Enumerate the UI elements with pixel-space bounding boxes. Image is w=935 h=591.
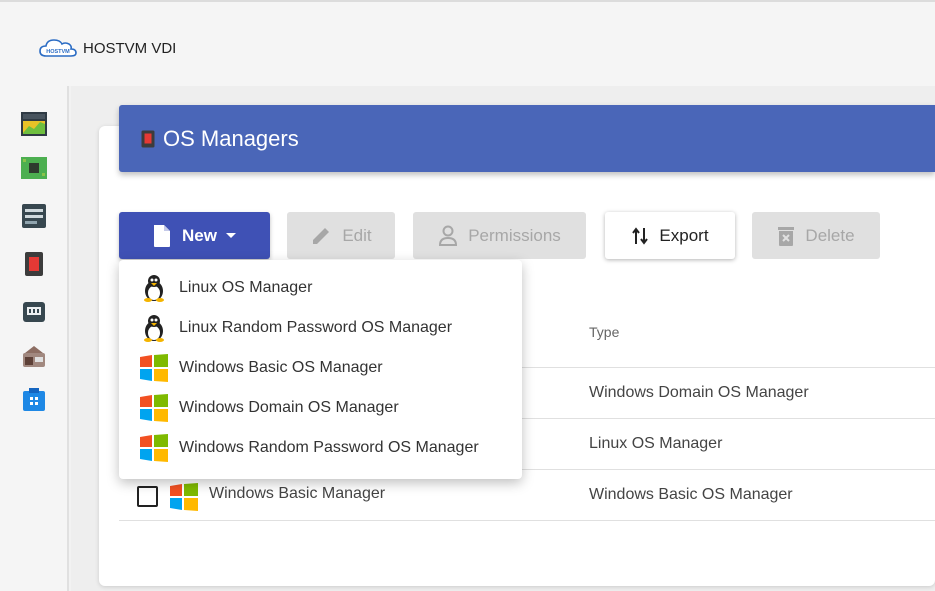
linux-icon bbox=[144, 315, 164, 342]
app-title: HOSTVM VDI bbox=[83, 39, 177, 57]
menu-item-label: Windows Random Password OS Manager bbox=[179, 439, 479, 456]
sidebar bbox=[0, 86, 69, 591]
menu-item-windows-basic-os-manager[interactable]: Windows Basic OS Manager bbox=[119, 348, 522, 388]
menu-item-label: Linux OS Manager bbox=[179, 279, 313, 296]
page-title: OS Managers bbox=[163, 125, 299, 151]
file-icon bbox=[154, 224, 171, 247]
menu-item-label: Windows Domain OS Manager bbox=[179, 399, 399, 416]
person-icon bbox=[439, 225, 458, 246]
row-type: Linux OS Manager bbox=[589, 435, 723, 452]
pools-icon[interactable] bbox=[20, 342, 48, 370]
menu-item-windows-domain-os-manager[interactable]: Windows Domain OS Manager bbox=[119, 388, 522, 428]
caret-down-icon bbox=[225, 232, 236, 238]
delete-button[interactable]: Delete bbox=[752, 212, 880, 259]
row-type: Windows Basic OS Manager bbox=[589, 486, 793, 503]
export-button[interactable]: Export bbox=[605, 212, 735, 259]
menu-item-linux-random-password-os-manager[interactable]: Linux Random Password OS Manager bbox=[119, 308, 522, 348]
column-header-type[interactable]: Type bbox=[589, 324, 619, 340]
permissions-button[interactable]: Permissions bbox=[413, 212, 586, 259]
row-name: Windows Basic Manager bbox=[209, 485, 386, 502]
export-button-label: Export bbox=[659, 225, 709, 245]
service-providers-icon[interactable] bbox=[20, 154, 48, 182]
delete-button-label: Delete bbox=[805, 225, 855, 245]
windows-icon bbox=[170, 483, 198, 511]
permissions-button-label: Permissions bbox=[468, 225, 561, 245]
hostvm-logo-icon: HOSTVM bbox=[39, 39, 77, 57]
dashboard-chart-icon[interactable] bbox=[20, 110, 48, 138]
new-button[interactable]: New bbox=[119, 212, 270, 259]
row-type: Windows Domain OS Manager bbox=[589, 384, 809, 401]
trash-icon bbox=[778, 226, 795, 246]
logo-text: HOSTVM bbox=[46, 49, 70, 55]
menu-item-label: Windows Basic OS Manager bbox=[179, 359, 383, 376]
edit-button-label: Edit bbox=[342, 225, 372, 245]
sort-arrows-icon bbox=[632, 226, 649, 245]
windows-icon bbox=[140, 434, 168, 462]
new-button-label: New bbox=[182, 225, 217, 245]
pencil-icon bbox=[313, 227, 330, 244]
menu-item-linux-os-manager[interactable]: Linux OS Manager bbox=[119, 268, 522, 308]
authenticators-icon[interactable] bbox=[20, 202, 48, 230]
row-checkbox[interactable] bbox=[137, 486, 158, 507]
windows-icon bbox=[140, 354, 168, 382]
menu-item-label: Linux Random Password OS Manager bbox=[179, 319, 453, 336]
menu-item-windows-random-password-os-manager[interactable]: Windows Random Password OS Manager bbox=[119, 428, 522, 468]
os-managers-icon[interactable] bbox=[20, 250, 48, 278]
top-bar: HOSTVM HOSTVM VDI bbox=[0, 0, 935, 86]
tools-icon[interactable] bbox=[20, 386, 48, 414]
windows-icon bbox=[140, 394, 168, 422]
edit-button[interactable]: Edit bbox=[287, 212, 395, 259]
linux-icon bbox=[144, 275, 164, 302]
connectivity-icon[interactable] bbox=[20, 298, 48, 326]
page-header: OS Managers bbox=[119, 105, 935, 172]
logo[interactable]: HOSTVM HOSTVM VDI bbox=[38, 37, 176, 59]
os-managers-icon bbox=[141, 130, 155, 147]
new-dropdown-menu: Linux OS Manager Linux Random Password O… bbox=[119, 260, 522, 479]
